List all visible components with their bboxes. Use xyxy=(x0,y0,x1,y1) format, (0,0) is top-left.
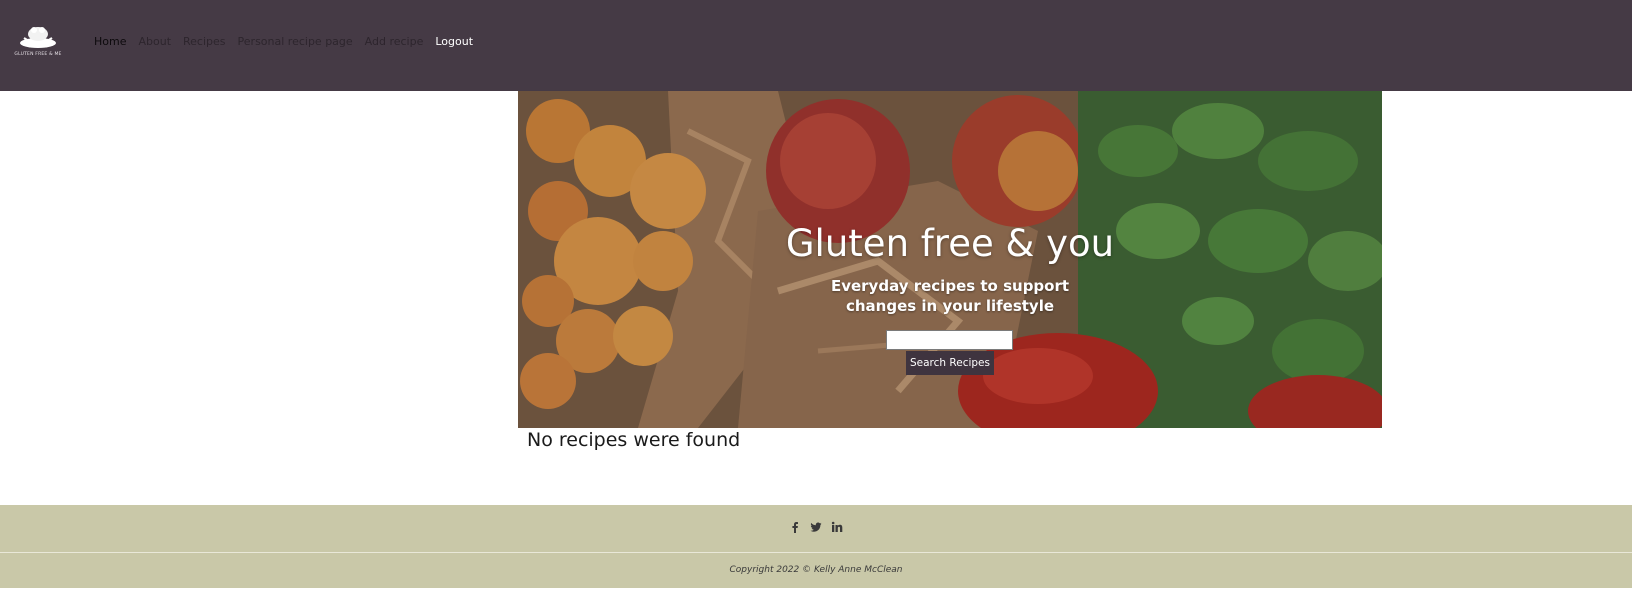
nav-links: Home About Recipes Personal recipe page … xyxy=(94,35,473,48)
nav-link-about[interactable]: About xyxy=(138,35,171,48)
twitter-icon[interactable] xyxy=(810,521,822,533)
nav-link-personal-recipe-page[interactable]: Personal recipe page xyxy=(238,35,353,48)
nav-link-recipes[interactable]: Recipes xyxy=(183,35,226,48)
social-links xyxy=(0,521,1632,533)
hero-banner: Gluten free & you Everyday recipes to su… xyxy=(518,91,1382,428)
logo-text: GLUTEN FREE & ME xyxy=(14,52,62,57)
linkedin-icon[interactable] xyxy=(831,521,843,533)
search-recipes-button[interactable]: Search Recipes xyxy=(906,351,994,375)
hero-subtitle: Everyday recipes to support changes in y… xyxy=(830,277,1070,315)
hero-title: Gluten free & you xyxy=(785,222,1115,265)
search-input[interactable] xyxy=(886,330,1013,350)
nav-link-home[interactable]: Home xyxy=(94,35,126,48)
nav-link-add-recipe[interactable]: Add recipe xyxy=(365,35,424,48)
navbar: GLUTEN FREE & ME Home About Recipes Pers… xyxy=(0,0,1632,91)
chef-hat-logo-icon xyxy=(20,27,56,48)
copyright-text: Copyright 2022 © Kelly Anne McClean xyxy=(729,565,903,575)
footer-divider xyxy=(0,552,1632,553)
nav-link-logout[interactable]: Logout xyxy=(435,35,473,48)
site-logo[interactable]: GLUTEN FREE & ME xyxy=(10,22,66,62)
no-results-message: No recipes were found xyxy=(527,429,741,451)
footer: Copyright 2022 © Kelly Anne McClean xyxy=(0,505,1632,588)
facebook-icon[interactable] xyxy=(789,521,801,533)
